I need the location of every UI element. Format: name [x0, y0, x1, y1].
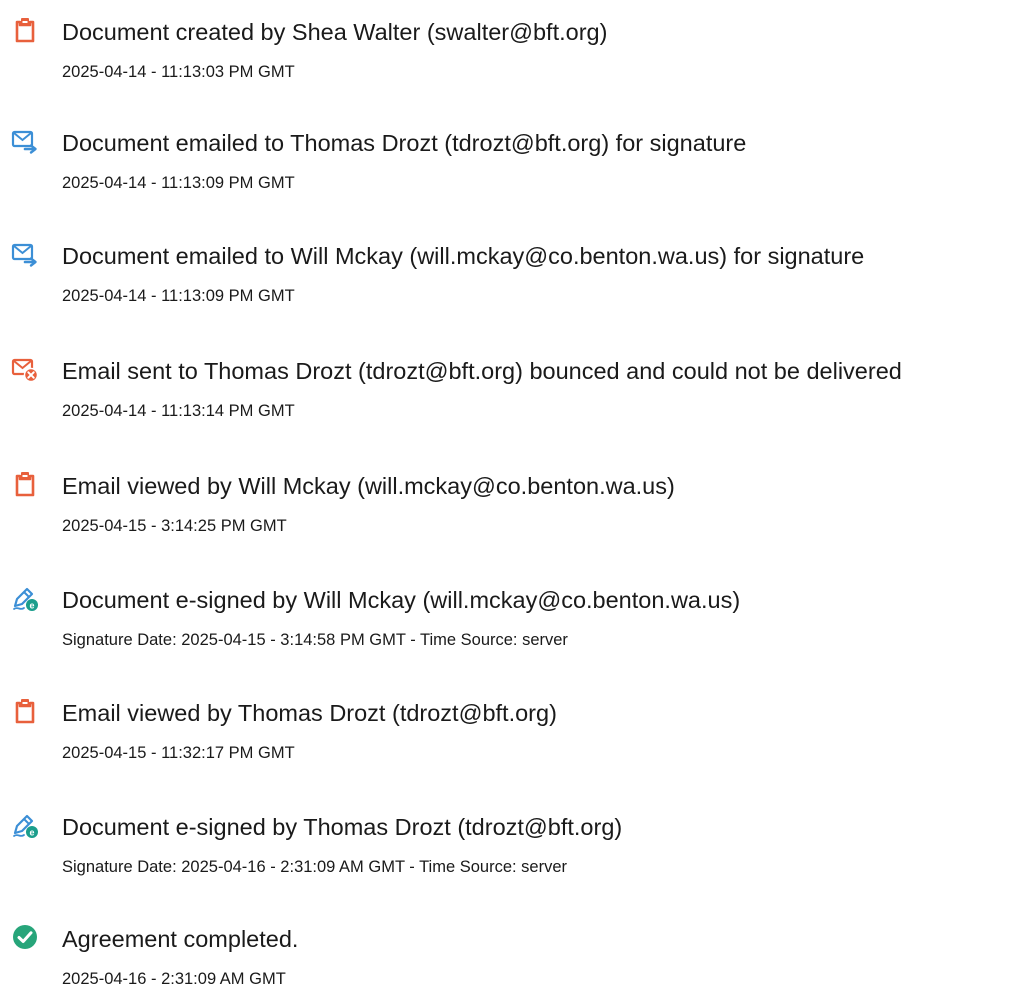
event-emailed-will: Document emailed to Will Mckay (will.mck… — [0, 242, 1015, 322]
document-icon — [11, 697, 39, 725]
document-icon — [11, 16, 39, 44]
event-title: Agreement completed. — [62, 926, 299, 952]
event-signature-date: Signature Date: 2025-04-15 - 3:14:58 PM … — [62, 631, 568, 649]
event-timestamp: 2025-04-14 - 11:13:03 PM GMT — [62, 63, 295, 81]
svg-text:e: e — [29, 601, 34, 611]
event-title: Document emailed to Will Mckay (will.mck… — [62, 243, 865, 269]
email-bounced-icon — [11, 355, 39, 383]
email-sent-icon — [11, 240, 39, 268]
event-timestamp: 2025-04-15 - 11:32:17 PM GMT — [62, 744, 295, 762]
event-email-bounced: Email sent to Thomas Drozt (tdrozt@bft.o… — [0, 357, 1015, 437]
event-timestamp: 2025-04-14 - 11:13:09 PM GMT — [62, 287, 295, 305]
event-agreement-completed: Agreement completed. 2025-04-16 - 2:31:0… — [0, 925, 1015, 1005]
event-signature-date: Signature Date: 2025-04-16 - 2:31:09 AM … — [62, 858, 568, 876]
event-timestamp: 2025-04-14 - 11:13:14 PM GMT — [62, 402, 295, 420]
event-timestamp: 2025-04-15 - 3:14:25 PM GMT — [62, 517, 287, 535]
email-sent-icon — [11, 127, 39, 155]
event-title: Document e-signed by Thomas Drozt (tdroz… — [62, 814, 623, 840]
event-title: Email viewed by Thomas Drozt (tdrozt@bft… — [62, 700, 557, 726]
event-esigned-will: e Document e-signed by Will Mckay (will.… — [0, 586, 1015, 666]
event-timestamp: 2025-04-14 - 11:13:09 PM GMT — [62, 174, 295, 192]
event-title: Email sent to Thomas Drozt (tdrozt@bft.o… — [62, 358, 902, 384]
event-viewed-thomas: Email viewed by Thomas Drozt (tdrozt@bft… — [0, 699, 1015, 779]
esign-pen-icon: e — [11, 811, 39, 839]
esign-pen-icon: e — [11, 584, 39, 612]
event-title: Email viewed by Will Mckay (will.mckay@c… — [62, 473, 675, 499]
event-title: Document e-signed by Will Mckay (will.mc… — [62, 587, 741, 613]
event-title: Document emailed to Thomas Drozt (tdrozt… — [62, 130, 747, 156]
event-viewed-will: Email viewed by Will Mckay (will.mckay@c… — [0, 472, 1015, 552]
event-document-created: Document created by Shea Walter (swalter… — [0, 18, 1015, 98]
check-circle-icon — [11, 923, 39, 951]
document-icon — [11, 470, 39, 498]
event-title: Document created by Shea Walter (swalter… — [62, 19, 608, 45]
event-esigned-thomas: e Document e-signed by Thomas Drozt (tdr… — [0, 813, 1015, 893]
event-timestamp: 2025-04-16 - 2:31:09 AM GMT — [62, 970, 286, 988]
event-emailed-thomas: Document emailed to Thomas Drozt (tdrozt… — [0, 129, 1015, 209]
svg-text:e: e — [29, 828, 34, 838]
